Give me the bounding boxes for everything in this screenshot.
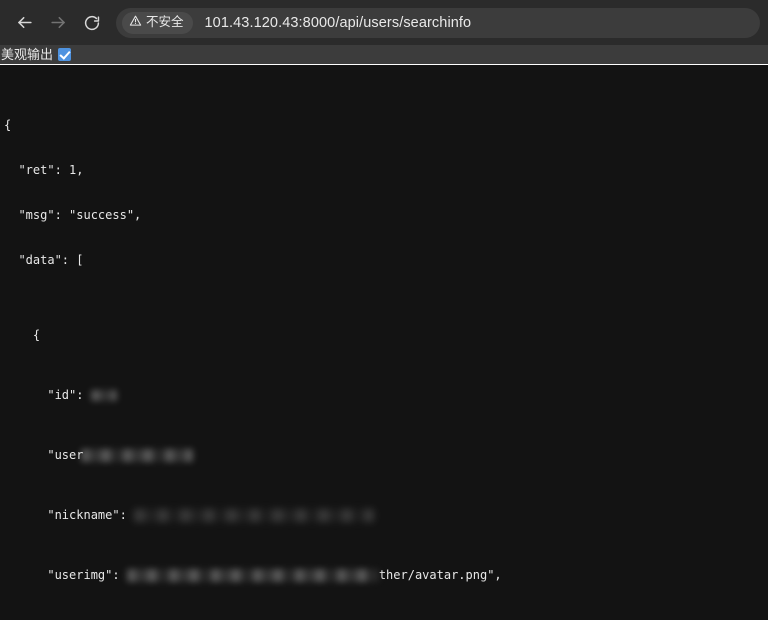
reload-button[interactable] [76, 7, 108, 39]
json-response-body: { "ret": 1, "msg": "success", "data": [ … [0, 65, 768, 619]
redacted-username-value [81, 449, 194, 462]
warning-triangle-icon [129, 14, 142, 32]
browser-toolbar: 不安全 101.43.120.43:8000/api/users/searchi… [0, 0, 768, 45]
record-1-userimg-line: "userimg": ther/avatar.png", [4, 568, 768, 583]
record-1-username-line: "user [4, 448, 768, 463]
json-key-userimg: "userimg": [4, 568, 127, 582]
back-button[interactable] [8, 7, 40, 39]
record-1-nickname-line: "nickname": [4, 508, 768, 523]
json-key-username: "user [4, 448, 84, 462]
json-viewer-option-bar: 美观输出 [0, 45, 768, 65]
security-status-chip[interactable]: 不安全 [122, 11, 193, 34]
redacted-nickname-value [134, 509, 375, 522]
userimg-tail: ther/avatar.png", [378, 568, 502, 582]
arrow-left-icon [15, 13, 34, 32]
redacted-id-value [90, 390, 117, 401]
json-line-data: "data": [ [4, 253, 84, 267]
security-status-label: 不安全 [146, 15, 184, 30]
json-line: { [4, 118, 12, 132]
json-line-msg: "msg": "success", [4, 208, 142, 222]
url-text[interactable]: 101.43.120.43:8000/api/users/searchinfo [205, 15, 472, 31]
address-bar[interactable]: 不安全 101.43.120.43:8000/api/users/searchi… [116, 7, 760, 38]
json-line-ret: "ret": 1, [4, 163, 84, 177]
redacted-userimg-value [126, 569, 379, 582]
json-line: { [4, 328, 41, 342]
json-key-nickname: "nickname": [4, 508, 135, 522]
forward-button[interactable] [42, 7, 74, 39]
arrow-right-icon [49, 13, 68, 32]
json-key-id: "id": [4, 388, 91, 402]
pretty-print-checkbox[interactable] [58, 48, 72, 61]
record-1-id-line: "id": [4, 388, 768, 403]
reload-icon [83, 14, 101, 32]
pretty-print-label: 美观输出 [1, 47, 54, 62]
